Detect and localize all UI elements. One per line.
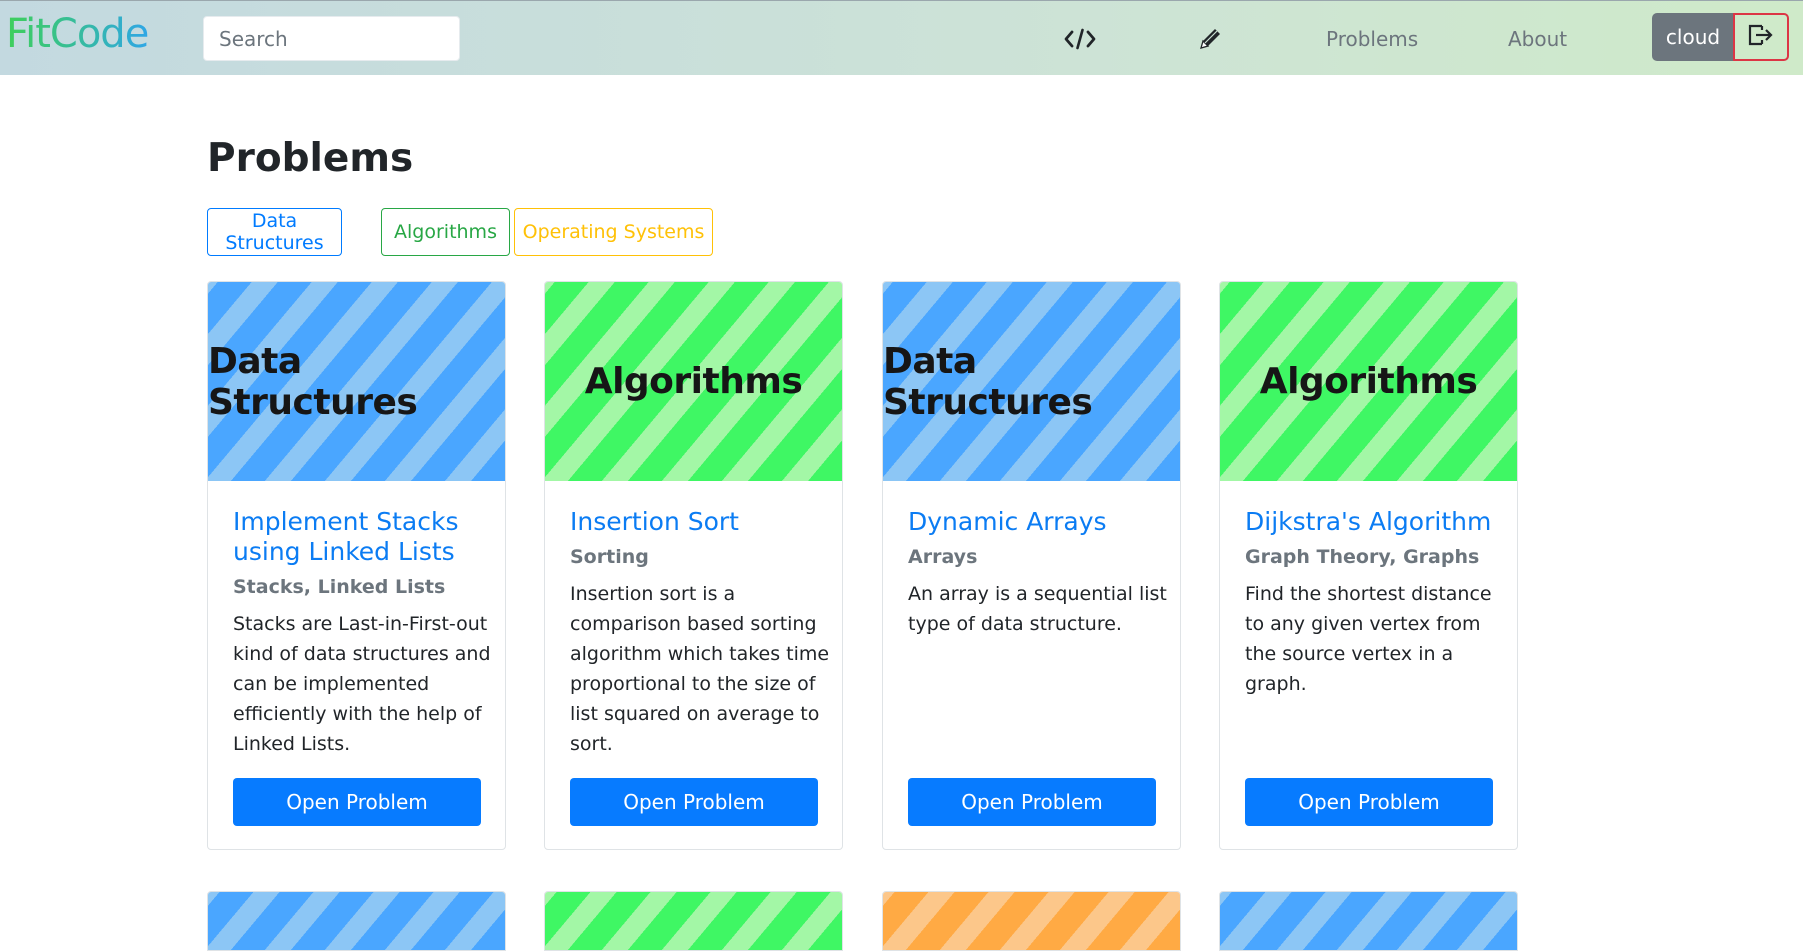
filter-operating-systems-button[interactable]: Operating Systems (514, 208, 713, 256)
filter-data-structures-button[interactable]: Data Structures (207, 208, 342, 256)
card-description: Stacks are Last-in-First-out kind of dat… (233, 613, 491, 755)
logout-icon (1746, 22, 1776, 52)
pencil-icon[interactable] (1193, 23, 1227, 55)
card-description: Find the shortest distance to any given … (1245, 583, 1492, 695)
page-title: Problems (207, 136, 414, 181)
filter-algorithms-button[interactable]: Algorithms (381, 208, 510, 256)
problem-card: Data Structures Implement Stacks using L… (207, 281, 506, 850)
code-icon[interactable] (1063, 23, 1097, 55)
card-banner: Algorithms (1220, 282, 1517, 481)
card-title[interactable]: Implement Stacks using Linked Lists (233, 507, 488, 567)
problem-card-partial (544, 891, 843, 951)
problem-card: Data Structures Dynamic Arrays Arrays An… (882, 281, 1181, 850)
open-problem-button[interactable]: Open Problem (1245, 778, 1493, 826)
problem-card-partial (207, 891, 506, 951)
nav-link-about[interactable]: About (1508, 27, 1567, 51)
open-problem-button[interactable]: Open Problem (233, 778, 481, 826)
card-banner (545, 892, 842, 950)
nav-link-problems[interactable]: Problems (1326, 27, 1418, 51)
open-problem-button[interactable]: Open Problem (570, 778, 818, 826)
card-tags: Stacks, Linked Lists (233, 576, 446, 598)
card-description: An array is a sequential list type of da… (908, 583, 1167, 635)
brand-logo[interactable]: FitCode (6, 14, 149, 54)
problem-card-partial (882, 891, 1181, 951)
problem-card: Algorithms Dijkstra's Algorithm Graph Th… (1219, 281, 1518, 850)
card-title[interactable]: Dynamic Arrays (908, 507, 1163, 537)
card-banner: Data Structures (883, 282, 1180, 481)
card-description: Insertion sort is a comparison based sor… (570, 583, 830, 755)
problem-card-partial (1219, 891, 1518, 951)
card-banner (1220, 892, 1517, 950)
card-tags: Arrays (908, 546, 978, 568)
card-banner: Algorithms (545, 282, 842, 481)
card-title[interactable]: Insertion Sort (570, 507, 825, 537)
problem-card: Algorithms Insertion Sort Sorting Insert… (544, 281, 843, 850)
user-badge[interactable]: cloud (1652, 13, 1734, 61)
card-tags: Sorting (570, 546, 649, 568)
card-banner (208, 892, 505, 950)
card-title[interactable]: Dijkstra's Algorithm (1245, 507, 1500, 537)
card-tags: Graph Theory, Graphs (1245, 546, 1480, 568)
logout-button[interactable] (1733, 13, 1789, 61)
navbar: FitCode Problems About cloud (0, 0, 1803, 75)
card-banner (883, 892, 1180, 950)
search-input[interactable] (203, 16, 460, 61)
card-banner: Data Structures (208, 282, 505, 481)
open-problem-button[interactable]: Open Problem (908, 778, 1156, 826)
